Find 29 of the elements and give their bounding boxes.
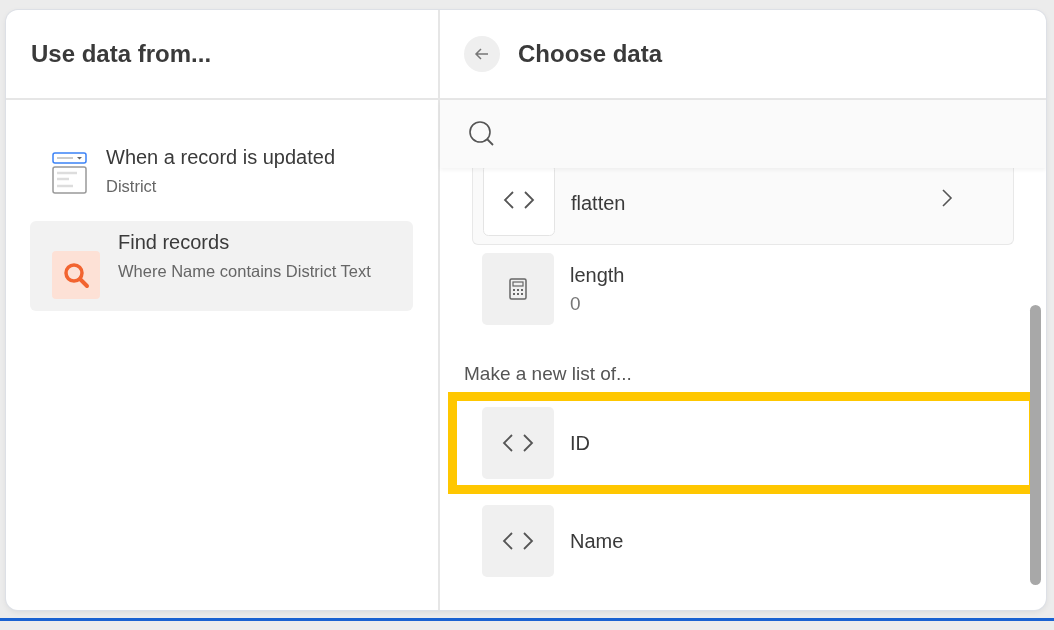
source-item[interactable]: When a record is updated District bbox=[30, 136, 413, 211]
field-name: length bbox=[570, 263, 625, 287]
search-icon bbox=[52, 251, 100, 299]
source-description: Where Name contains District Text bbox=[118, 261, 371, 282]
form-icon bbox=[52, 151, 88, 194]
back-arrow-icon bbox=[474, 46, 490, 62]
field-value: 0 bbox=[570, 292, 582, 315]
field-name: ID bbox=[570, 431, 590, 455]
panel-title: Choose data bbox=[518, 40, 663, 68]
search-field[interactable] bbox=[440, 100, 1046, 168]
code-icon bbox=[482, 407, 554, 479]
search-icon bbox=[468, 120, 496, 148]
source-title: Find records bbox=[118, 231, 231, 254]
code-icon bbox=[482, 505, 554, 577]
highlighted-field-item[interactable]: ID bbox=[448, 392, 1038, 494]
data-item[interactable]: length 0 bbox=[472, 245, 1014, 333]
scrollbar[interactable] bbox=[1030, 305, 1041, 585]
source-item[interactable]: Find records Where Name contains District Text bbox=[30, 221, 413, 311]
section-title: Make a new list of... bbox=[464, 363, 633, 385]
panel-title: Use data from... bbox=[31, 40, 212, 68]
source-description: District bbox=[106, 176, 158, 197]
source-title: When a record is updated bbox=[106, 146, 336, 169]
field-name: Name bbox=[570, 529, 624, 553]
field-name: flatten bbox=[571, 191, 626, 215]
calculator-icon bbox=[482, 253, 554, 325]
back-button[interactable] bbox=[464, 36, 500, 72]
data-item[interactable]: Name bbox=[472, 497, 1014, 585]
chevron-right-icon bbox=[941, 188, 953, 208]
data-item[interactable]: flatten bbox=[472, 168, 1014, 245]
